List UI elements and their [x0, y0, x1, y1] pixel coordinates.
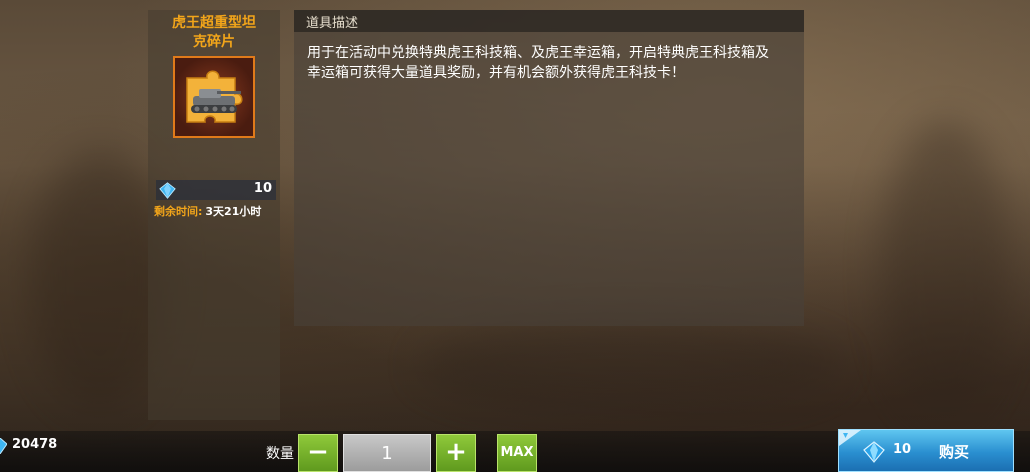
diamond-corner-icon — [839, 430, 861, 446]
item-name: 虎王超重型坦 克碎片 — [148, 14, 280, 52]
diamond-icon — [159, 182, 176, 199]
description-title: 道具描述 — [306, 16, 359, 31]
item-info-panel: 虎王超重型坦 克碎片 10 剩余时间: 3天21小时 — [148, 10, 280, 420]
remaining-time: 剩余时间: 3天21小时 — [154, 203, 278, 221]
buy-label: 购买 — [939, 443, 970, 461]
balance-value: 20478 — [12, 437, 58, 452]
item-name-line1: 虎王超重型坦 — [172, 15, 256, 31]
buy-button[interactable]: 10 购买 — [838, 429, 1014, 472]
quantity-input[interactable] — [343, 434, 431, 472]
max-quantity-button[interactable]: MAX — [497, 434, 537, 472]
description-header: 道具描述 — [294, 10, 804, 32]
increase-quantity-button[interactable]: + — [436, 434, 476, 472]
diamond-icon — [863, 441, 885, 463]
diamond-icon — [0, 438, 7, 454]
remaining-time-value: 3天21小时 — [205, 205, 262, 218]
description-text: 用于在活动中兑换特典虎王科技箱、及虎王幸运箱，开启特典虎王科技箱及幸运箱可获得大… — [307, 45, 769, 81]
background-smoke — [420, 320, 840, 410]
item-price: 10 — [253, 181, 272, 196]
item-price-row: 10 — [156, 180, 276, 200]
item-name-line2: 克碎片 — [193, 34, 235, 50]
description-panel: 道具描述 用于在活动中兑换特典虎王科技箱、及虎王幸运箱，开启特典虎王科技箱及幸运… — [294, 10, 804, 326]
item-icon-frame[interactable] — [173, 56, 255, 138]
tank-puzzle-piece-icon — [186, 70, 243, 123]
decrease-quantity-button[interactable]: − — [298, 434, 338, 472]
background-smoke — [880, 120, 1010, 420]
remaining-time-label: 剩余时间: — [154, 205, 203, 218]
quantity-label: 数量 — [266, 446, 294, 462]
buy-price: 10 — [893, 442, 912, 457]
